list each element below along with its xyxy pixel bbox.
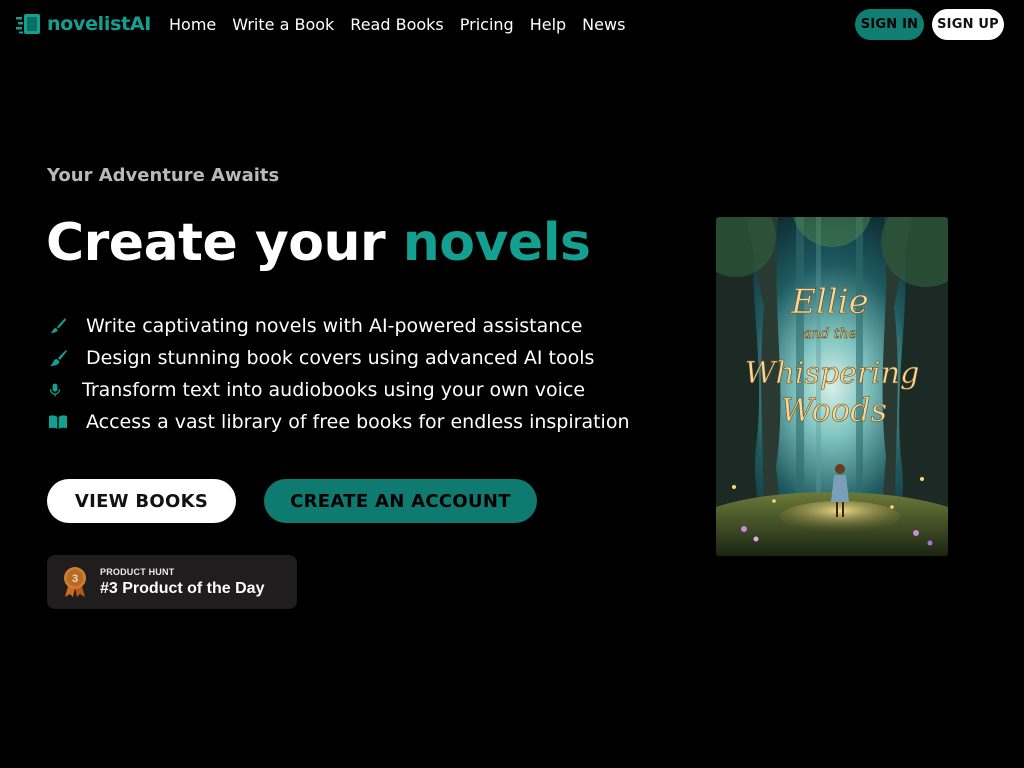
- hero-eyebrow: Your Adventure Awaits: [47, 165, 280, 186]
- cover-title-line-4: Woods: [781, 391, 887, 429]
- book-cover-image: Ellie and the Whispering Woods: [716, 217, 948, 556]
- nav-link-write-a-book[interactable]: Write a Book: [232, 15, 334, 34]
- create-account-button[interactable]: CREATE AN ACCOUNT: [264, 479, 537, 523]
- cover-title-line-1: Ellie: [790, 282, 869, 322]
- product-hunt-title: #3 Product of the Day: [100, 579, 265, 597]
- nav-link-home[interactable]: Home: [169, 15, 216, 34]
- view-books-button[interactable]: VIEW BOOKS: [47, 479, 236, 523]
- medal-icon: 3: [64, 567, 86, 597]
- feature-text: Design stunning book covers using advanc…: [86, 347, 595, 369]
- paintbrush-icon: [47, 348, 69, 368]
- open-book-icon: [47, 412, 69, 432]
- top-nav: novelistAI Home Write a Book Read Books …: [0, 0, 1024, 50]
- headline-accent: novels: [402, 213, 591, 273]
- medal-rank: 3: [72, 573, 78, 585]
- brush-icon: [47, 316, 69, 336]
- list-item: Design stunning book covers using advanc…: [47, 342, 630, 374]
- feature-text: Write captivating novels with AI-powered…: [86, 315, 583, 337]
- product-hunt-text: PRODUCT HUNT #3 Product of the Day: [100, 567, 264, 598]
- sign-up-button[interactable]: SIGN UP: [932, 9, 1004, 40]
- hero-headline: Create your novels: [46, 213, 591, 273]
- list-item: Access a vast library of free books for …: [47, 406, 630, 438]
- logo-book-icon: [16, 14, 40, 34]
- nav-link-news[interactable]: News: [582, 15, 625, 34]
- microphone-icon: [47, 380, 63, 400]
- headline-prefix: Create your: [46, 213, 403, 273]
- feature-text: Access a vast library of free books for …: [86, 411, 630, 433]
- list-item: Write captivating novels with AI-powered…: [47, 310, 630, 342]
- cover-title-line-3: Whispering: [745, 356, 920, 391]
- list-item: Transform text into audiobooks using you…: [47, 374, 630, 406]
- logo-text: novelistAI: [47, 13, 152, 35]
- feature-list: Write captivating novels with AI-powered…: [47, 310, 630, 438]
- product-hunt-badge[interactable]: 3 PRODUCT HUNT #3 Product of the Day: [47, 555, 297, 609]
- nav-link-pricing[interactable]: Pricing: [460, 15, 514, 34]
- nav-link-read-books[interactable]: Read Books: [350, 15, 443, 34]
- product-hunt-label: PRODUCT HUNT: [100, 566, 175, 577]
- feature-text: Transform text into audiobooks using you…: [82, 379, 586, 401]
- nav-links: Home Write a Book Read Books Pricing Hel…: [169, 15, 641, 34]
- sign-in-button[interactable]: SIGN IN: [855, 9, 924, 40]
- cover-title-line-2: and the: [803, 326, 857, 342]
- logo[interactable]: novelistAI: [16, 12, 151, 36]
- nav-link-help[interactable]: Help: [530, 15, 566, 34]
